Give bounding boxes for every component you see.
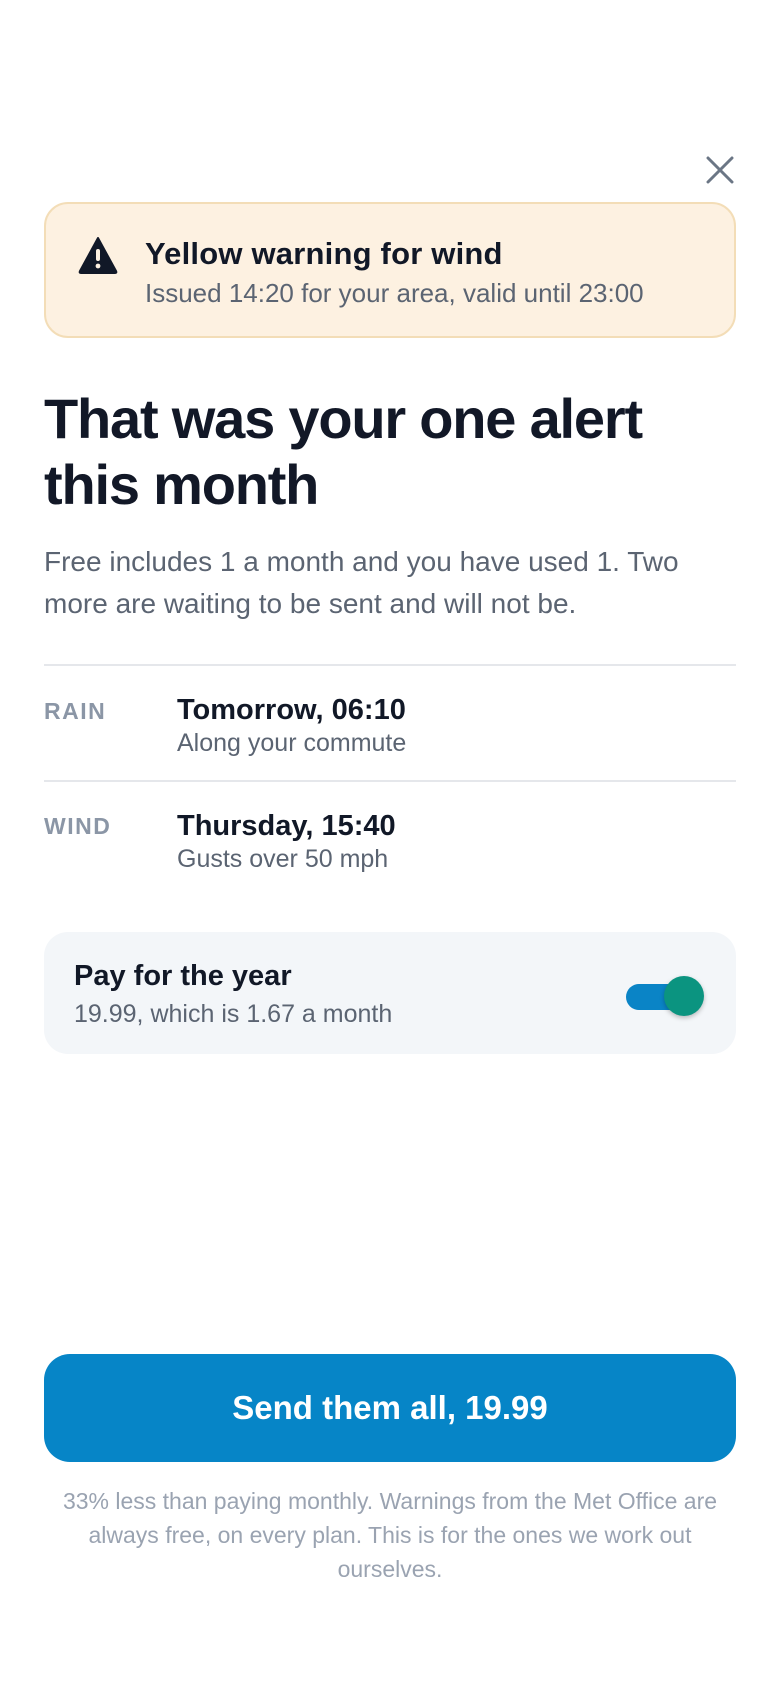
alert-description: Along your commute <box>177 729 407 757</box>
warning-subtitle: Issued 14:20 for your area, valid until … <box>145 278 644 308</box>
plan-price: 19.99, which is 1.67 a month <box>74 1000 393 1028</box>
alert-description: Gusts over 50 mph <box>177 845 389 873</box>
footnote: 33% less than paying monthly. Warnings f… <box>62 1488 718 1582</box>
page-title: That was your one alert this month <box>44 387 643 516</box>
close-icon <box>706 156 734 184</box>
close-button[interactable] <box>700 150 740 190</box>
divider <box>44 664 736 666</box>
alert-time: Thursday, 15:40 <box>177 810 396 842</box>
alert-time: Tomorrow, 06:10 <box>177 694 406 726</box>
intro-text: Free includes 1 a month and you have use… <box>44 546 679 619</box>
warning-triangle-icon <box>78 236 118 274</box>
alert-type-label: RAIN <box>44 698 107 724</box>
wind-warning-banner: Yellow warning for wind Issued 14:20 for… <box>44 202 736 338</box>
divider <box>44 780 736 782</box>
annual-plan-toggle[interactable] <box>626 976 706 1016</box>
warning-title: Yellow warning for wind <box>145 236 503 271</box>
plan-title: Pay for the year <box>74 960 292 992</box>
alert-type-label: WIND <box>44 813 112 839</box>
send-all-button[interactable]: Send them all, 19.99 <box>44 1354 736 1462</box>
annual-plan-option[interactable]: Pay for the year 19.99, which is 1.67 a … <box>44 932 736 1054</box>
toggle-knob <box>664 976 704 1016</box>
